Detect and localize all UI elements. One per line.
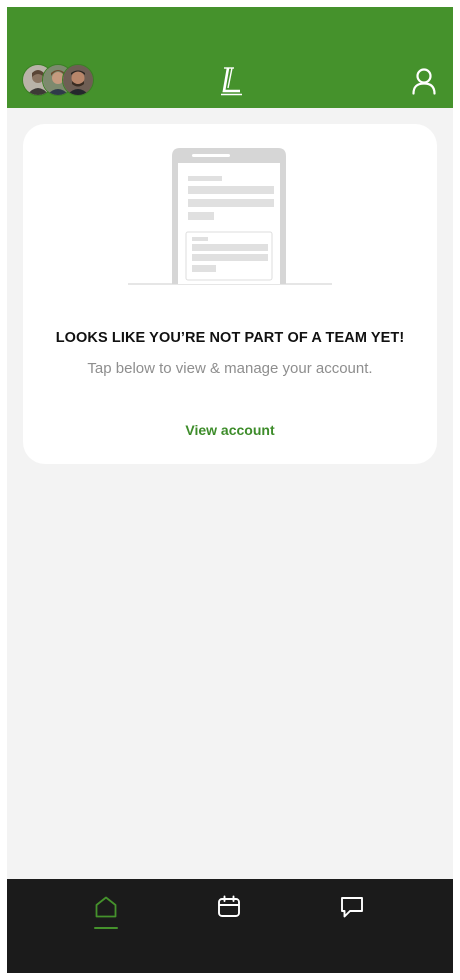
user-icon <box>412 68 436 95</box>
app-screen: LOOKS LIKE YOU’RE NOT PART OF A TEAM YET… <box>7 7 453 973</box>
empty-state-subtitle: Tap below to view & manage your account. <box>87 360 373 377</box>
profile-button[interactable] <box>411 67 437 95</box>
no-team-card: LOOKS LIKE YOU’RE NOT PART OF A TEAM YET… <box>23 124 437 464</box>
home-icon <box>95 896 117 918</box>
calendar-icon <box>218 895 240 917</box>
active-indicator <box>94 927 118 929</box>
brand-logo <box>216 65 246 97</box>
avatar <box>62 64 94 96</box>
nav-calendar[interactable] <box>209 895 249 935</box>
view-account-link[interactable]: View account <box>160 420 300 440</box>
top-header <box>7 7 453 108</box>
bottom-nav <box>7 879 453 973</box>
nav-home[interactable] <box>86 895 126 935</box>
phone-illustration <box>128 146 332 286</box>
chat-icon <box>341 897 363 918</box>
empty-state-title: LOOKS LIKE YOU’RE NOT PART OF A TEAM YET… <box>55 330 405 346</box>
nav-chat[interactable] <box>332 895 372 935</box>
